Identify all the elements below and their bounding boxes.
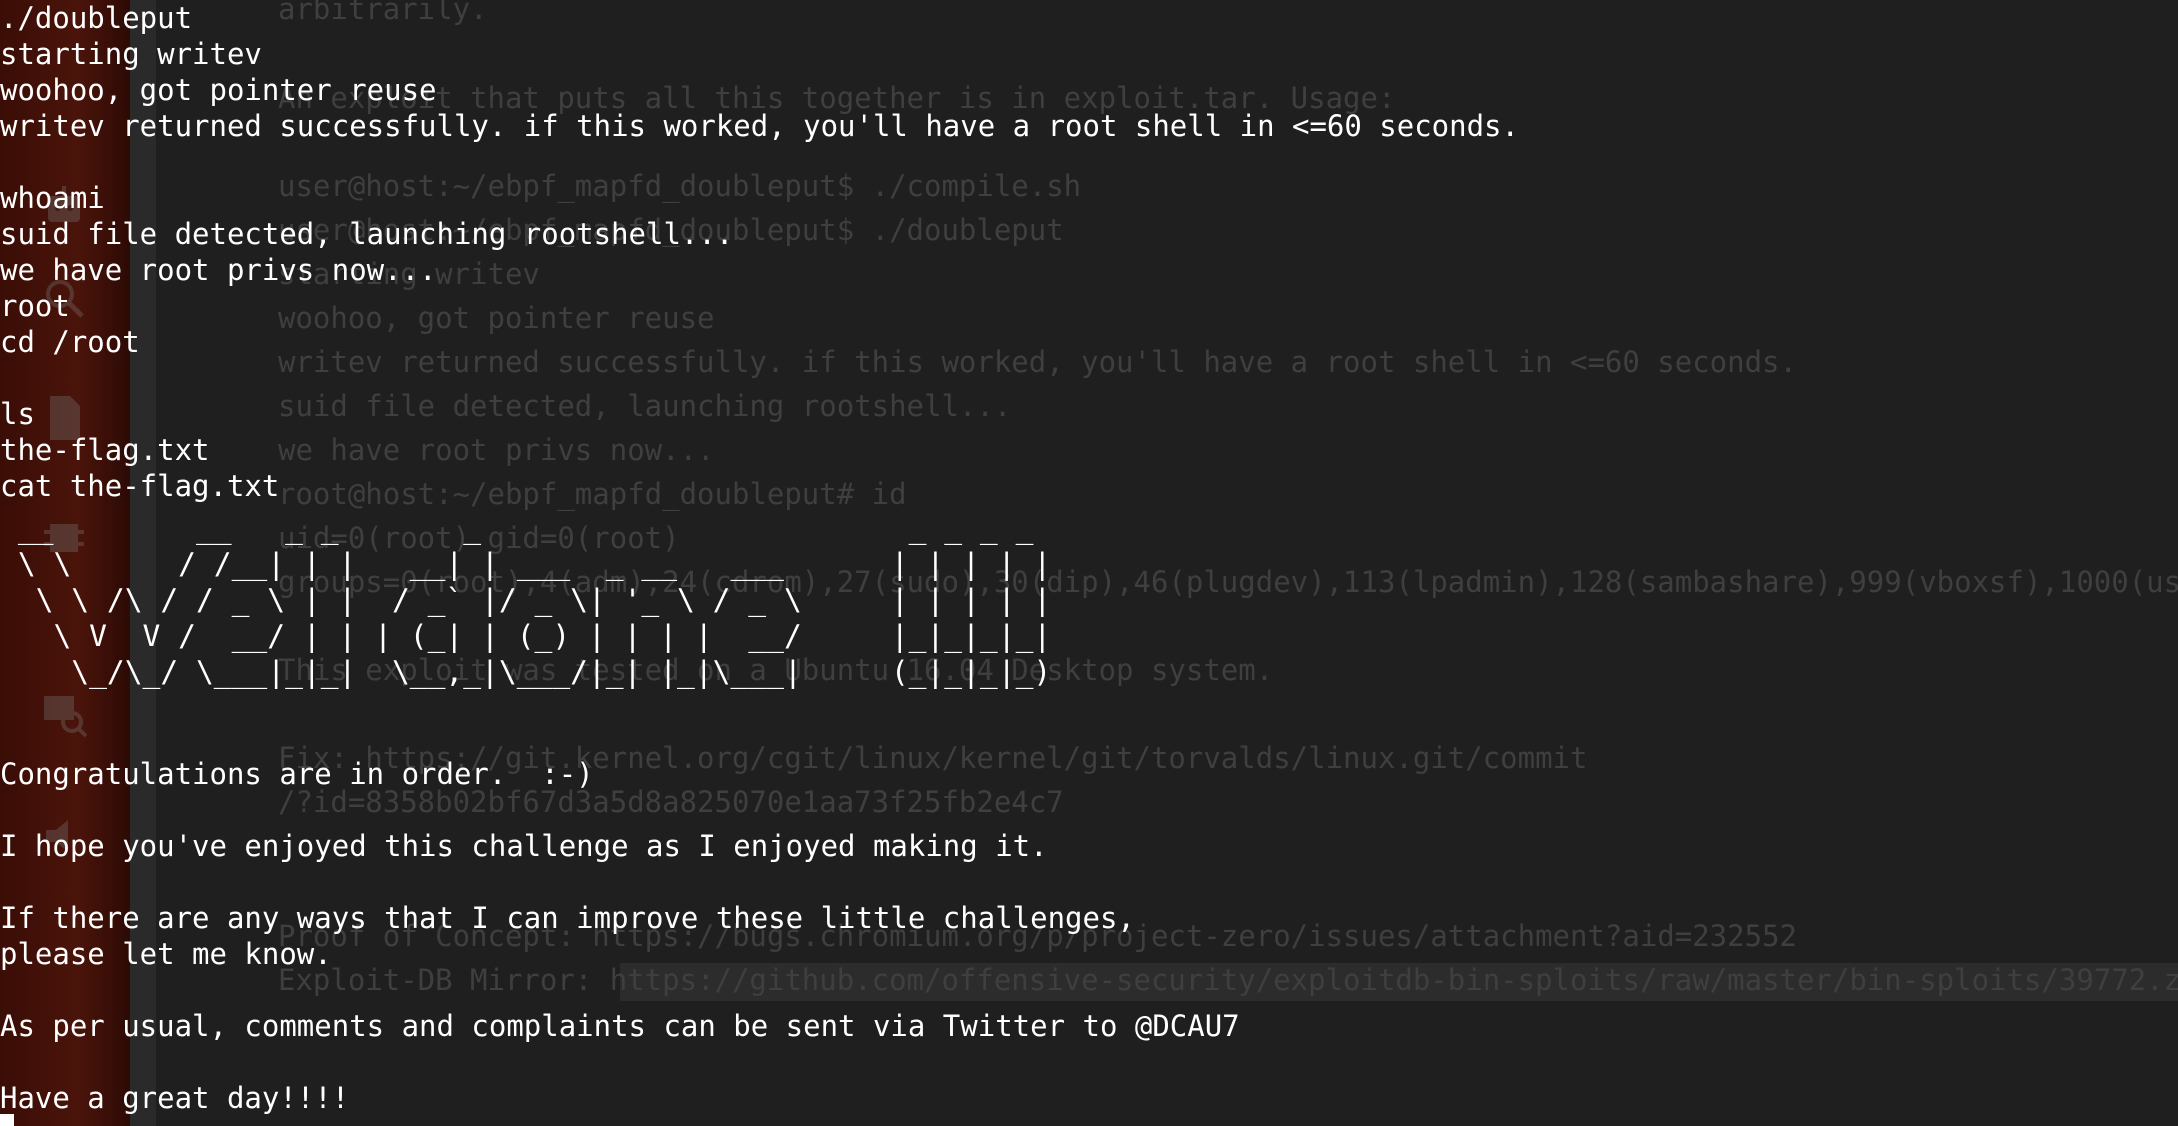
terminal-cursor <box>0 1114 14 1126</box>
ascii-art-banner: __ __ _ _ _ _ _ _ _ \ \ / /__| | | __| |… <box>17 511 1052 689</box>
terminal-line: the-flag.txt <box>0 433 210 467</box>
terminal-line: please let me know. <box>0 937 332 971</box>
terminal-window[interactable]: ./doubleput starting writev woohoo, got … <box>0 0 2178 1126</box>
terminal-line: I hope you've enjoyed this challenge as … <box>0 829 1048 863</box>
terminal-line: If there are any ways that I can improve… <box>0 901 1135 935</box>
terminal-line: writev returned successfully. if this wo… <box>0 109 1519 143</box>
terminal-line: As per usual, comments and complaints ca… <box>0 1009 1240 1043</box>
terminal-line: cd /root <box>0 325 140 359</box>
terminal-line: starting writev <box>0 37 262 71</box>
terminal-line: ./doubleput <box>0 1 193 35</box>
terminal-line: we have root privs now... <box>0 253 437 287</box>
terminal-line: Congratulations are in order. :-) <box>0 757 594 791</box>
terminal-line: root <box>0 289 70 323</box>
terminal-line: cat the-flag.txt <box>0 469 280 503</box>
terminal-line: suid file detected, launching rootshell.… <box>0 217 734 251</box>
terminal-line: ls <box>0 397 35 431</box>
terminal-line: Have a great day!!!! <box>0 1081 350 1115</box>
terminal-line: woohoo, got pointer reuse <box>0 73 437 107</box>
terminal-line: whoami <box>0 181 105 215</box>
